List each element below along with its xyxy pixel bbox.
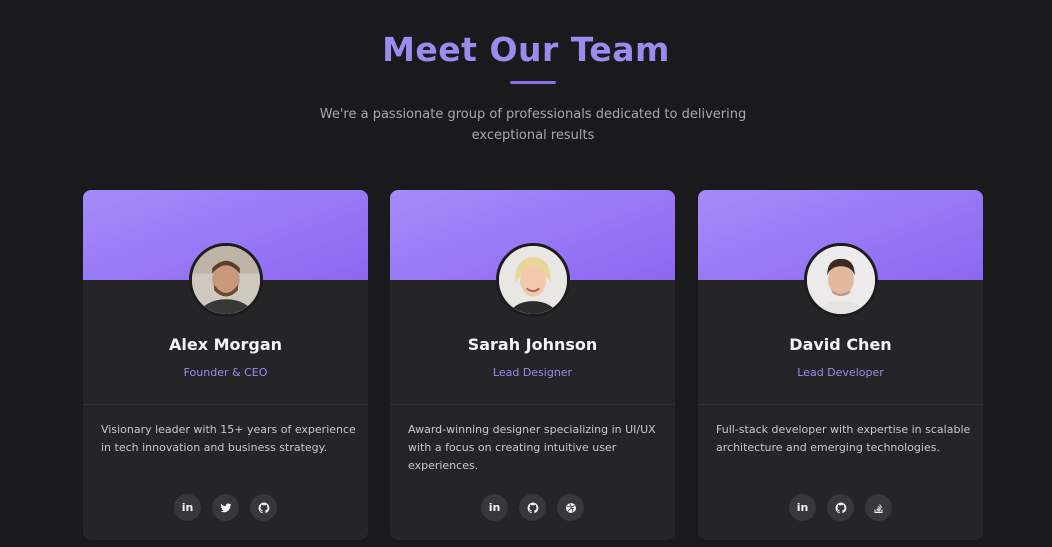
member-role: Lead Developer bbox=[797, 366, 884, 379]
member-bio: Full-stack developer with expertise in s… bbox=[716, 423, 971, 454]
card-divider bbox=[83, 404, 368, 405]
member-name: David Chen bbox=[789, 335, 892, 354]
github-icon[interactable] bbox=[827, 494, 854, 521]
team-card-sarah-johnson: Sarah Johnson Lead Designer Award-winnin… bbox=[390, 190, 675, 540]
team-card-david-chen: David Chen Lead Developer Full-stack dev… bbox=[698, 190, 983, 540]
team-section: Meet Our Team We're a passionate group o… bbox=[0, 0, 1052, 547]
member-name: Alex Morgan bbox=[168, 335, 283, 354]
title-underline bbox=[510, 81, 556, 84]
member-bio: Award-winning designer specializing in U… bbox=[408, 423, 656, 472]
member-name: Sarah Johnson bbox=[467, 335, 598, 354]
linkedin-icon[interactable]: in bbox=[174, 494, 201, 521]
avatar-photo-sarah bbox=[499, 246, 567, 314]
twitter-icon[interactable] bbox=[212, 494, 239, 521]
stackoverflow-icon[interactable] bbox=[865, 494, 892, 521]
member-role: Lead Designer bbox=[492, 366, 573, 379]
linkedin-icon[interactable]: in bbox=[481, 494, 508, 521]
member-role: Founder & CEO bbox=[183, 366, 268, 379]
social-links: in bbox=[698, 494, 983, 521]
linkedin-icon[interactable]: in bbox=[789, 494, 816, 521]
avatar bbox=[804, 243, 878, 317]
github-icon[interactable] bbox=[250, 494, 277, 521]
avatar bbox=[189, 243, 263, 317]
dribbble-icon[interactable] bbox=[557, 494, 584, 521]
avatar-photo-alex bbox=[192, 246, 260, 314]
member-bio: Visionary leader with 15+ years of exper… bbox=[101, 423, 356, 454]
github-icon[interactable] bbox=[519, 494, 546, 521]
avatar bbox=[496, 243, 570, 317]
section-subtitle: We're a passionate group of professional… bbox=[319, 107, 747, 143]
avatar-photo-david bbox=[807, 246, 875, 314]
section-title: Meet Our Team bbox=[382, 30, 670, 69]
card-divider bbox=[390, 404, 675, 405]
social-links: in bbox=[83, 494, 368, 521]
team-card-alex-morgan: Alex Morgan Founder & CEO Visionary lead… bbox=[83, 190, 368, 540]
social-links: in bbox=[390, 494, 675, 521]
card-divider bbox=[698, 404, 983, 405]
